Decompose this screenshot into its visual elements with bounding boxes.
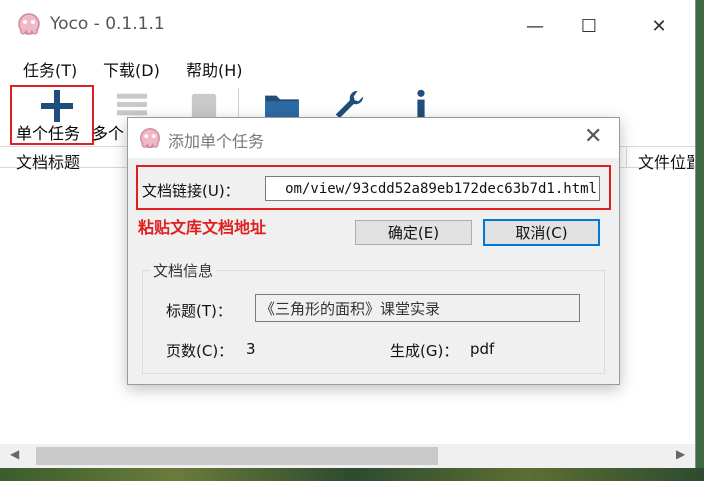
dialog-title-bar: 添加单个任务 ✕ <box>128 118 619 158</box>
scroll-left-icon[interactable]: ◀ <box>10 447 19 461</box>
format-label: 生成(G)： <box>390 342 459 360</box>
maximize-button[interactable]: ☐ <box>574 12 604 40</box>
close-button[interactable]: ✕ <box>644 12 674 40</box>
document-title-field: 《三角形的面积》课堂实录 <box>255 294 580 322</box>
desktop-wallpaper-strip <box>0 468 704 481</box>
folder-icon[interactable] <box>262 90 302 120</box>
ok-button[interactable]: 确定(E) <box>355 220 472 245</box>
minimize-button[interactable]: — <box>520 12 550 40</box>
paste-hint-text: 粘贴文库文档地址 <box>138 218 267 237</box>
add-task-dialog: 添加单个任务 ✕ 文档链接(U)： om/view/93cdd52a89eb17… <box>127 117 620 385</box>
column-divider <box>626 147 627 167</box>
window-title: Yoco - 0.1.1.1 <box>50 14 165 34</box>
app-logo-icon <box>18 13 40 35</box>
horizontal-scrollbar[interactable]: ◀ ▶ <box>0 444 695 468</box>
app-logo-icon <box>140 128 160 148</box>
highlight-box-url <box>136 165 611 210</box>
column-header-file-location[interactable]: 文件位置 <box>638 149 694 173</box>
scroll-right-icon[interactable]: ▶ <box>676 447 685 461</box>
menu-task[interactable]: 任务(T) <box>23 57 77 81</box>
stop-icon[interactable] <box>190 92 218 120</box>
toolbar-label-multiple: 多个 <box>92 124 125 143</box>
title-bar: Yoco - 0.1.1.1 — ☐ ✕ <box>0 0 695 52</box>
menu-help[interactable]: 帮助(H) <box>186 57 243 81</box>
dialog-close-icon[interactable]: ✕ <box>584 124 602 149</box>
toolbar-separator <box>238 88 239 118</box>
title-label: 标题(T)： <box>166 302 232 320</box>
pages-label: 页数(C)： <box>166 342 234 360</box>
menu-download[interactable]: 下载(D) <box>103 57 160 81</box>
pages-value: 3 <box>246 340 256 358</box>
cancel-button[interactable]: 取消(C) <box>483 219 600 246</box>
document-info-group-title: 文档信息 <box>150 260 217 281</box>
dialog-title: 添加单个任务 <box>168 132 265 151</box>
menu-bar: 任务(T) 下载(D) 帮助(H) <box>0 52 695 84</box>
scrollbar-thumb[interactable] <box>36 447 438 465</box>
highlight-box-toolbar <box>10 85 94 145</box>
format-value: pdf <box>470 340 495 358</box>
column-header-doc-title[interactable]: 文档标题 <box>16 149 80 173</box>
